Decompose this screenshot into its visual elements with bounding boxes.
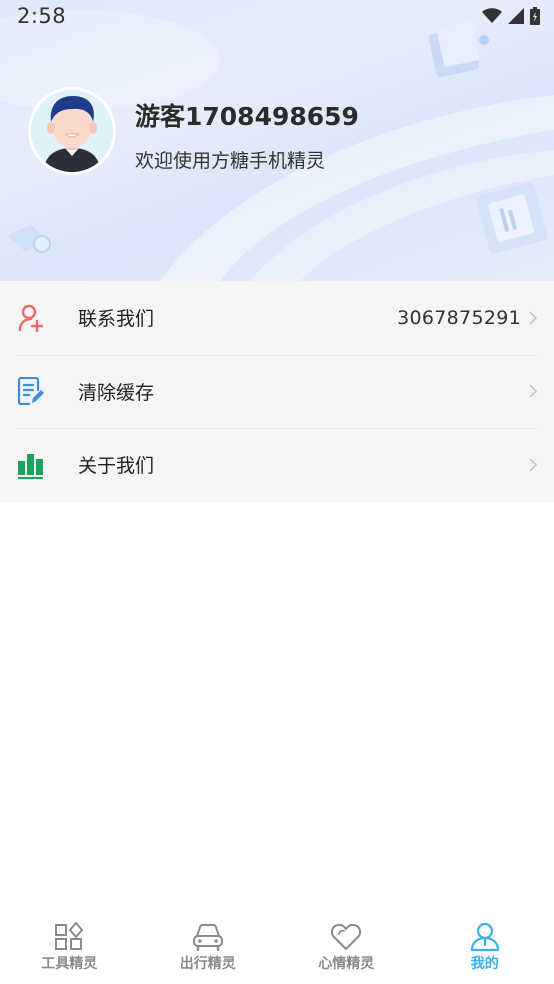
tab-label: 我的	[470, 956, 499, 972]
bottom-tab-bar: 工具精灵 出行精灵 心情精灵 我的	[0, 910, 554, 984]
contact-number: 3067875291	[397, 306, 521, 329]
car-icon	[192, 924, 223, 952]
menu-item-label: 清除缓存	[78, 381, 155, 404]
profile-header: 2:58 游客1708498659 欢迎使用方糖手机精灵	[0, 0, 554, 281]
avatar[interactable]	[28, 87, 116, 175]
welcome-message: 欢迎使用方糖手机精灵	[135, 150, 326, 172]
tab-mine[interactable]: 我的	[416, 910, 554, 984]
tab-label: 出行精灵	[179, 956, 236, 972]
chevron-right-icon	[529, 458, 538, 472]
settings-menu: 联系我们 3067875291 清除缓存 关于我们	[0, 281, 554, 502]
menu-item-clear-cache[interactable]: 清除缓存	[0, 354, 554, 429]
document-edit-icon	[17, 377, 45, 406]
heart-icon	[331, 923, 362, 951]
bar-chart-icon	[17, 451, 45, 479]
menu-item-label: 关于我们	[78, 455, 155, 478]
tab-tools[interactable]: 工具精灵	[0, 910, 139, 984]
profile-icon	[470, 922, 499, 952]
tab-label: 工具精灵	[41, 956, 98, 972]
menu-item-label: 联系我们	[78, 308, 155, 331]
tab-label: 心情精灵	[318, 956, 375, 972]
status-bar: 2:58	[0, 0, 554, 34]
chevron-right-icon	[529, 311, 538, 325]
avatar-illustration	[31, 90, 113, 172]
chevron-right-icon	[529, 384, 538, 398]
status-icons	[482, 7, 540, 25]
battery-icon	[530, 7, 540, 25]
tab-mood[interactable]: 心情精灵	[277, 910, 416, 984]
signal-icon	[508, 8, 524, 24]
wifi-icon	[482, 8, 502, 23]
user-name: 游客1708498659	[135, 102, 359, 131]
tab-travel[interactable]: 出行精灵	[139, 910, 278, 984]
grid-apps-icon	[55, 922, 84, 950]
status-time: 2:58	[17, 4, 67, 28]
menu-item-contact-us[interactable]: 联系我们 3067875291	[0, 281, 554, 355]
add-contact-icon	[17, 304, 45, 332]
menu-item-about-us[interactable]: 关于我们	[0, 428, 554, 502]
profile-page: 2:58 游客1708498659 欢迎使用方糖手机精灵 联系我们 306787…	[0, 0, 554, 984]
